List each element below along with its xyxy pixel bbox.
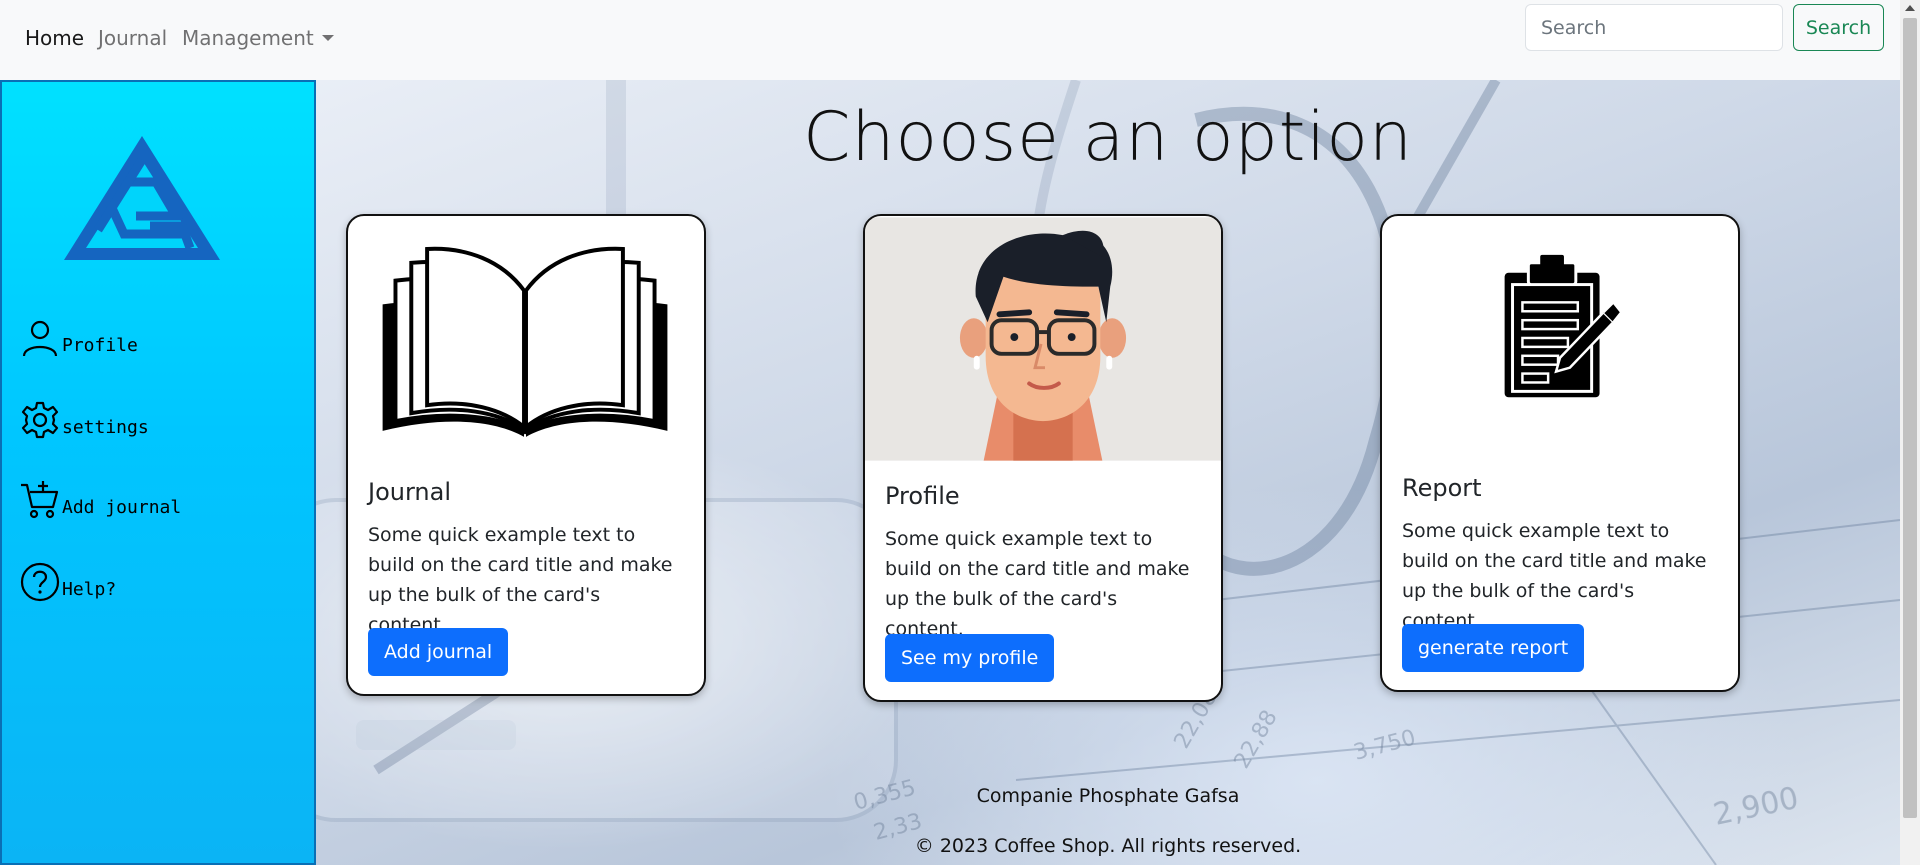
gear-icon — [21, 401, 59, 439]
footer-company-name: Companie Phosphate Gafsa — [976, 785, 1240, 807]
clipboard-report-icon — [1504, 254, 1623, 398]
main-content: 0,355 2,33 3,750 2,900 22,08 22,88 Choos… — [316, 80, 1900, 865]
card-text: Some quick example text to build on the … — [368, 524, 673, 636]
nav-management-label: Management — [182, 26, 314, 50]
search-button[interactable]: Search — [1793, 4, 1884, 51]
person-icon — [22, 320, 58, 357]
sidebar-item-label: Profile — [62, 335, 138, 356]
nav-home-link[interactable]: Home — [15, 26, 94, 50]
open-book-icon — [382, 246, 668, 437]
report-card: Report Some quick example text to build … — [1380, 214, 1740, 692]
card-title: Profile — [885, 482, 960, 510]
scroll-up-arrow-icon[interactable] — [1905, 5, 1915, 11]
sidebar-item-settings[interactable]: settings — [20, 400, 149, 440]
sidebar-item-label: Add journal — [62, 497, 182, 518]
generate-report-button[interactable]: generate report — [1402, 624, 1585, 672]
sidebar: Profile settings Add journal Help? — [0, 80, 316, 865]
sidebar-item-add-journal[interactable]: Add journal — [20, 480, 181, 520]
page-title: Choose an option — [802, 98, 1414, 177]
company-logo-icon — [64, 136, 220, 260]
nav-journal-link[interactable]: Journal — [88, 26, 177, 50]
footer-copyright: © 2023 Coffee Shop. All rights reserved. — [914, 835, 1302, 857]
top-navbar: Home Journal Management Search — [0, 0, 1900, 80]
sidebar-item-profile[interactable]: Profile — [20, 318, 138, 358]
journal-card: Journal Some quick example text to build… — [346, 214, 706, 696]
page-scrollbar[interactable] — [1900, 0, 1920, 865]
nav-management-dropdown[interactable]: Management — [172, 26, 344, 50]
profile-card: Profile Some quick example text to build… — [863, 214, 1223, 702]
search-input[interactable] — [1525, 4, 1783, 51]
sidebar-item-label: Help? — [62, 579, 117, 600]
card-text: Some quick example text to build on the … — [885, 528, 1190, 640]
see-my-profile-button[interactable]: See my profile — [885, 634, 1055, 682]
sidebar-item-help[interactable]: Help? — [20, 562, 116, 602]
man-avatar-icon — [865, 217, 1221, 461]
svg-text:3,750: 3,750 — [1351, 725, 1418, 765]
cart-plus-icon — [21, 481, 59, 519]
sidebar-item-label: settings — [62, 417, 149, 438]
card-title: Journal — [368, 478, 452, 506]
add-journal-button[interactable]: Add journal — [368, 628, 509, 676]
chevron-down-icon — [321, 35, 334, 41]
card-title: Report — [1402, 474, 1482, 502]
scrollbar-thumb[interactable] — [1903, 18, 1917, 818]
svg-text:22,88: 22,88 — [1230, 706, 1283, 773]
question-circle-icon — [20, 562, 60, 602]
card-text: Some quick example text to build on the … — [1402, 520, 1707, 632]
